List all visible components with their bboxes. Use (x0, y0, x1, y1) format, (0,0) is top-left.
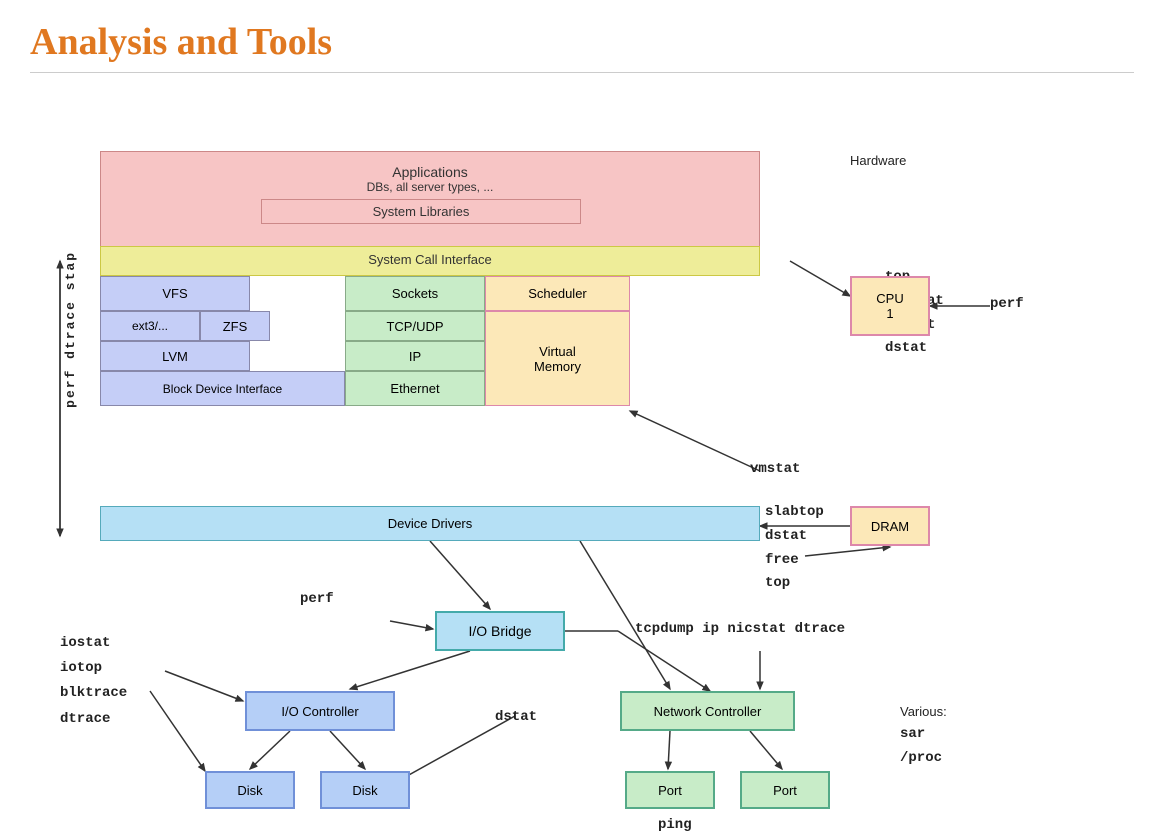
perf-right-label: perf (990, 296, 1024, 312)
dram-box: DRAM (850, 506, 930, 546)
network-controller-box: Network Controller (620, 691, 795, 731)
bdi-block: Block Device Interface (100, 371, 345, 406)
virtual-memory-block: Virtual Memory (485, 311, 630, 406)
hardware-label: Hardware (850, 153, 906, 168)
vmstat-label: vmstat (750, 461, 800, 477)
dstat-disk-label: dstat (495, 709, 537, 725)
ethernet-block: Ethernet (345, 371, 485, 406)
tcpdump-label: tcpdump ip nicstat dtrace (635, 621, 845, 637)
zfs-block: ZFS (200, 311, 270, 341)
syscall-text: System Call Interface (101, 247, 759, 267)
io-controller-box: I/O Controller (245, 691, 395, 731)
vfs-block: VFS (100, 276, 250, 311)
perf-left-label: perf (300, 591, 334, 607)
ping-label: ping (658, 817, 692, 833)
ip-block: IP (345, 341, 485, 371)
vertical-tools-label: perf dtrace stap (40, 251, 100, 551)
device-drivers-block: Device Drivers (100, 506, 760, 541)
page-title: Analysis and Tools (30, 20, 1134, 64)
iostat-label: iostat iotop blktrace dtrace (60, 631, 127, 732)
scheduler-block: Scheduler (485, 276, 630, 311)
various-label: Various: sar /proc (900, 701, 947, 771)
slabtop-label: slabtop dstat free top (765, 501, 824, 596)
applications-text: Applications DBs, all server types, ... … (101, 152, 759, 224)
lvm-block: LVM (100, 341, 250, 371)
title-divider (30, 72, 1134, 73)
applications-layer: Applications DBs, all server types, ... … (100, 151, 760, 251)
port2-box: Port (740, 771, 830, 809)
tcpudp-block: TCP/UDP (345, 311, 485, 341)
syscall-layer: System Call Interface (100, 246, 760, 276)
port1-box: Port (625, 771, 715, 809)
ext3-block: ext3/... (100, 311, 200, 341)
cpu-box: CPU 1 (850, 276, 930, 336)
disk1-box: Disk (205, 771, 295, 809)
io-bridge-box: I/O Bridge (435, 611, 565, 651)
diagram-area: Operating System Hardware strace netstat… (30, 91, 1130, 791)
sockets-block: Sockets (345, 276, 485, 311)
disk2-box: Disk (320, 771, 410, 809)
